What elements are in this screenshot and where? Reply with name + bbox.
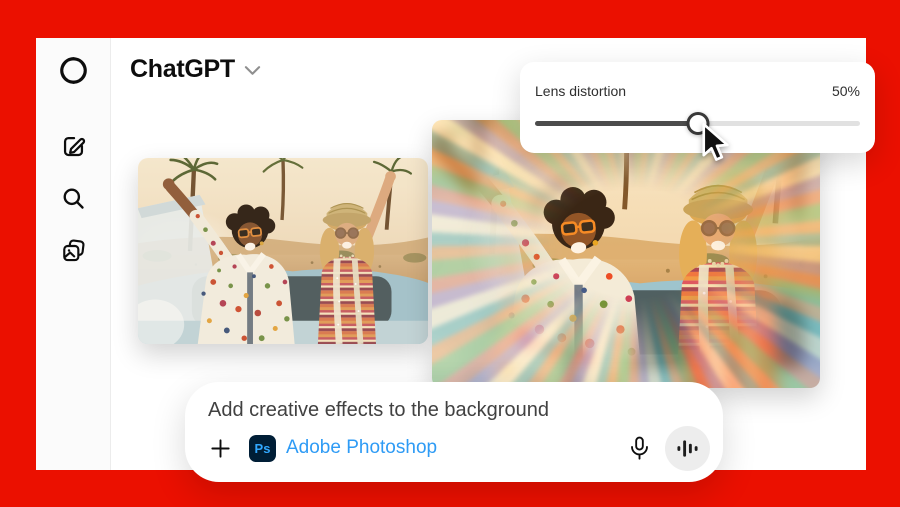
voice-mode-button[interactable]: [665, 425, 710, 471]
new-chat-button[interactable]: [58, 131, 88, 161]
lens-distortion-panel: Lens distortion 50%: [520, 62, 875, 153]
openai-logo-icon: [58, 55, 88, 85]
page-title: ChatGPT: [130, 55, 235, 83]
prompt-input[interactable]: Add creative effects to the background: [208, 399, 549, 422]
plus-icon: [210, 438, 230, 458]
search-icon: [63, 188, 84, 209]
compose-icon: [63, 136, 85, 156]
effect-value: 50%: [831, 83, 860, 99]
photo-original[interactable]: [138, 158, 428, 344]
model-switcher[interactable]: ChatGPT: [130, 55, 261, 84]
slider-thumb[interactable]: [686, 112, 709, 135]
voice-waveform-icon: [677, 439, 698, 457]
photo-art: [138, 158, 428, 344]
library-button[interactable]: [58, 235, 88, 265]
chevron-down-icon: [244, 65, 261, 75]
sidebar: [36, 38, 111, 470]
promo-frame: ChatGPT Lens distortion 50% Add creative…: [0, 0, 900, 507]
slider-fill: [535, 121, 698, 126]
microphone-icon: [630, 436, 648, 460]
dictate-button[interactable]: [622, 428, 656, 468]
effect-label: Lens distortion: [535, 83, 627, 99]
search-button[interactable]: [58, 183, 88, 213]
composer: Add creative effects to the background P…: [185, 382, 723, 482]
lens-distortion-slider[interactable]: [535, 112, 860, 136]
plugin-name: Adobe Photoshop: [286, 437, 438, 458]
photoshop-badge-icon: Ps: [249, 434, 276, 462]
plugin-chip-photoshop[interactable]: Ps Adobe Photoshop: [249, 434, 438, 462]
photo-distorted[interactable]: [432, 120, 820, 388]
library-images-icon: [62, 238, 85, 261]
photo-art-sharp: [432, 120, 820, 388]
attach-button[interactable]: [204, 432, 236, 464]
